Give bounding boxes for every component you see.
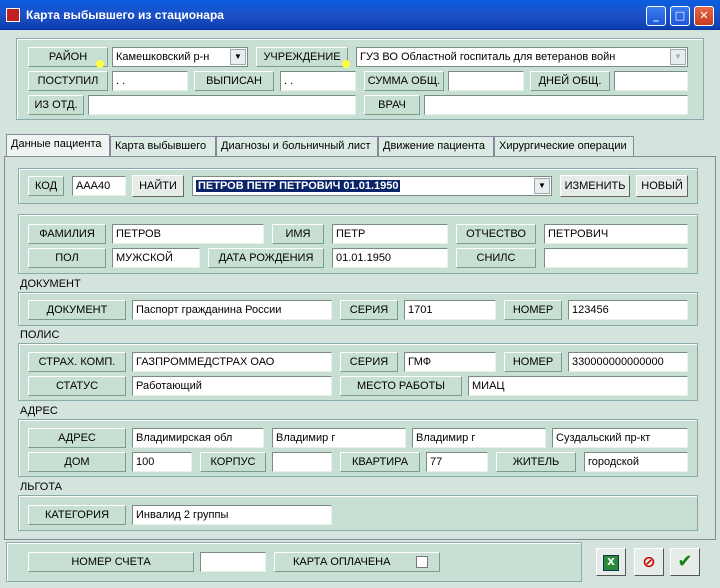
postupil-field[interactable]: . . bbox=[112, 71, 188, 91]
imya-label: ИМЯ bbox=[272, 224, 324, 244]
mesto-field[interactable]: МИАЦ bbox=[468, 376, 688, 396]
imya-field[interactable]: ПЕТР bbox=[332, 224, 448, 244]
uchrezhdenie-select[interactable]: ГУЗ ВО Областной госпиталь для ветеранов… bbox=[356, 47, 688, 67]
maximize-button[interactable]: □ bbox=[670, 6, 690, 26]
gorod-field[interactable]: Владимир г bbox=[272, 428, 406, 448]
no-entry-icon: ⊘ bbox=[642, 552, 656, 571]
mesto-label: МЕСТО РАБОТЫ bbox=[340, 376, 462, 396]
ok-button[interactable]: ✔ bbox=[670, 548, 700, 576]
document-section-title: ДОКУМЕНТ bbox=[20, 278, 81, 290]
postupil-label: ПОСТУПИЛ bbox=[28, 71, 108, 91]
tab-patient-movement[interactable]: Движение пациента bbox=[378, 136, 494, 156]
window-title: Карта выбывшего из стационара bbox=[26, 8, 224, 22]
korpus-label: КОРПУС bbox=[200, 452, 266, 472]
summa-label: СУММА ОБЩ. bbox=[364, 71, 444, 91]
otchestvo-label: ОТЧЕСТВО bbox=[456, 224, 536, 244]
rayon-value: Камешковский р-н bbox=[116, 51, 210, 63]
title-bar: Карта выбывшего из стационара _ □ ✕ bbox=[0, 0, 720, 30]
polis-nomer-field[interactable]: 330000000000000 bbox=[568, 352, 688, 372]
zhitel-field[interactable]: городской bbox=[584, 452, 688, 472]
tab-discharge-card[interactable]: Карта выбывшего bbox=[110, 136, 216, 156]
chevron-down-icon[interactable]: ▼ bbox=[670, 49, 686, 65]
pol-label: ПОЛ bbox=[28, 248, 106, 268]
chevron-down-icon[interactable]: ▼ bbox=[534, 178, 550, 194]
familiya-label: ФАМИЛИЯ bbox=[28, 224, 106, 244]
required-marker-icon bbox=[96, 60, 104, 68]
kategoriya-label: КАТЕГОРИЯ bbox=[28, 505, 126, 525]
check-icon: ✔ bbox=[677, 551, 693, 572]
otchestvo-field[interactable]: ПЕТРОВИЧ bbox=[544, 224, 688, 244]
close-button[interactable]: ✕ bbox=[694, 6, 714, 26]
new-button[interactable]: НОВЫЙ bbox=[636, 175, 688, 197]
kod-field[interactable]: ААА40 bbox=[72, 176, 126, 196]
find-button[interactable]: НАЙТИ bbox=[132, 175, 184, 197]
dom-field[interactable]: 100 bbox=[132, 452, 192, 472]
vrach-field[interactable] bbox=[424, 95, 688, 115]
summa-field[interactable] bbox=[448, 71, 524, 91]
iz-otd-label: ИЗ ОТД. bbox=[28, 95, 84, 115]
tab-surgeries[interactable]: Хирургические операции bbox=[494, 136, 634, 156]
doc-label: ДОКУМЕНТ bbox=[28, 300, 126, 320]
dr-field[interactable]: 01.01.1950 bbox=[332, 248, 448, 268]
app-icon bbox=[6, 8, 20, 22]
kvartira-field[interactable]: 77 bbox=[426, 452, 488, 472]
kvartira-label: КВАРТИРА bbox=[340, 452, 420, 472]
pol-field[interactable]: МУЖСКОЙ bbox=[112, 248, 200, 268]
required-marker-icon bbox=[342, 60, 350, 68]
status-field[interactable]: Работающий bbox=[132, 376, 332, 396]
doc-seriya-label: СЕРИЯ bbox=[340, 300, 398, 320]
schet-label: НОМЕР СЧЕТА bbox=[28, 552, 194, 572]
patient-selected: ПЕТРОВ ПЕТР ПЕТРОВИЧ 01.01.1950 bbox=[196, 180, 401, 192]
ulica-field[interactable]: Суздальский пр-кт bbox=[552, 428, 688, 448]
oblast-field[interactable]: Владимирская обл bbox=[132, 428, 264, 448]
snils-label: СНИЛС bbox=[456, 248, 536, 268]
doc-seriya-field[interactable]: 1701 bbox=[404, 300, 496, 320]
korpus-field[interactable] bbox=[272, 452, 332, 472]
doc-field[interactable]: Паспорт гражданина России bbox=[132, 300, 332, 320]
dr-label: ДАТА РОЖДЕНИЯ bbox=[208, 248, 324, 268]
iz-otd-field[interactable] bbox=[88, 95, 356, 115]
vypisan-label: ВЫПИСАН bbox=[194, 71, 274, 91]
tab-diagnoses[interactable]: Диагнозы и больничный лист bbox=[216, 136, 378, 156]
kod-label: КОД bbox=[28, 176, 64, 196]
doc-nomer-label: НОМЕР bbox=[504, 300, 562, 320]
polis-section-title: ПОЛИС bbox=[20, 329, 60, 341]
adres-label: АДРЕС bbox=[28, 428, 126, 448]
dom-label: ДОМ bbox=[28, 452, 126, 472]
strah-label: СТРАХ. КОМП. bbox=[28, 352, 126, 372]
doc-nomer-field[interactable]: 123456 bbox=[568, 300, 688, 320]
excel-icon: X bbox=[603, 554, 619, 571]
nasel-field[interactable]: Владимир г bbox=[412, 428, 546, 448]
address-section-title: АДРЕС bbox=[20, 405, 58, 417]
schet-field[interactable] bbox=[200, 552, 266, 572]
rayon-select[interactable]: Камешковский р-н ▼ bbox=[112, 47, 248, 67]
lgota-section-title: ЛЬГОТА bbox=[20, 481, 63, 493]
patient-select[interactable]: ПЕТРОВ ПЕТР ПЕТРОВИЧ 01.01.1950 ▼ bbox=[192, 176, 552, 196]
vrach-label: ВРАЧ bbox=[364, 95, 420, 115]
kategoriya-field[interactable]: Инвалид 2 группы bbox=[132, 505, 332, 525]
polis-nomer-label: НОМЕР bbox=[504, 352, 562, 372]
polis-seriya-label: СЕРИЯ bbox=[340, 352, 398, 372]
vypisan-field[interactable]: . . bbox=[280, 71, 356, 91]
familiya-field[interactable]: ПЕТРОВ bbox=[112, 224, 264, 244]
zhitel-label: ЖИТЕЛЬ bbox=[496, 452, 576, 472]
cancel-button[interactable]: ⊘ bbox=[634, 548, 664, 576]
dney-field[interactable] bbox=[614, 71, 688, 91]
strah-field[interactable]: ГАЗПРОММЕДСТРАХ ОАО bbox=[132, 352, 332, 372]
status-label: СТАТУС bbox=[28, 376, 126, 396]
tab-patient-data[interactable]: Данные пациента bbox=[6, 134, 110, 156]
uchrezhdenie-label: УЧРЕЖДЕНИЕ bbox=[256, 47, 348, 67]
uchrezhdenie-value: ГУЗ ВО Областной госпиталь для ветеранов… bbox=[360, 51, 616, 63]
dney-label: ДНЕЙ ОБЩ. bbox=[530, 71, 610, 91]
minimize-button[interactable]: _ bbox=[646, 6, 666, 26]
change-button[interactable]: ИЗМЕНИТЬ bbox=[560, 175, 630, 197]
export-button[interactable]: X bbox=[596, 548, 626, 576]
oplachena-checkbox[interactable] bbox=[416, 556, 428, 568]
snils-field[interactable] bbox=[544, 248, 688, 268]
polis-seriya-field[interactable]: ГМФ bbox=[404, 352, 496, 372]
chevron-down-icon[interactable]: ▼ bbox=[230, 49, 246, 65]
